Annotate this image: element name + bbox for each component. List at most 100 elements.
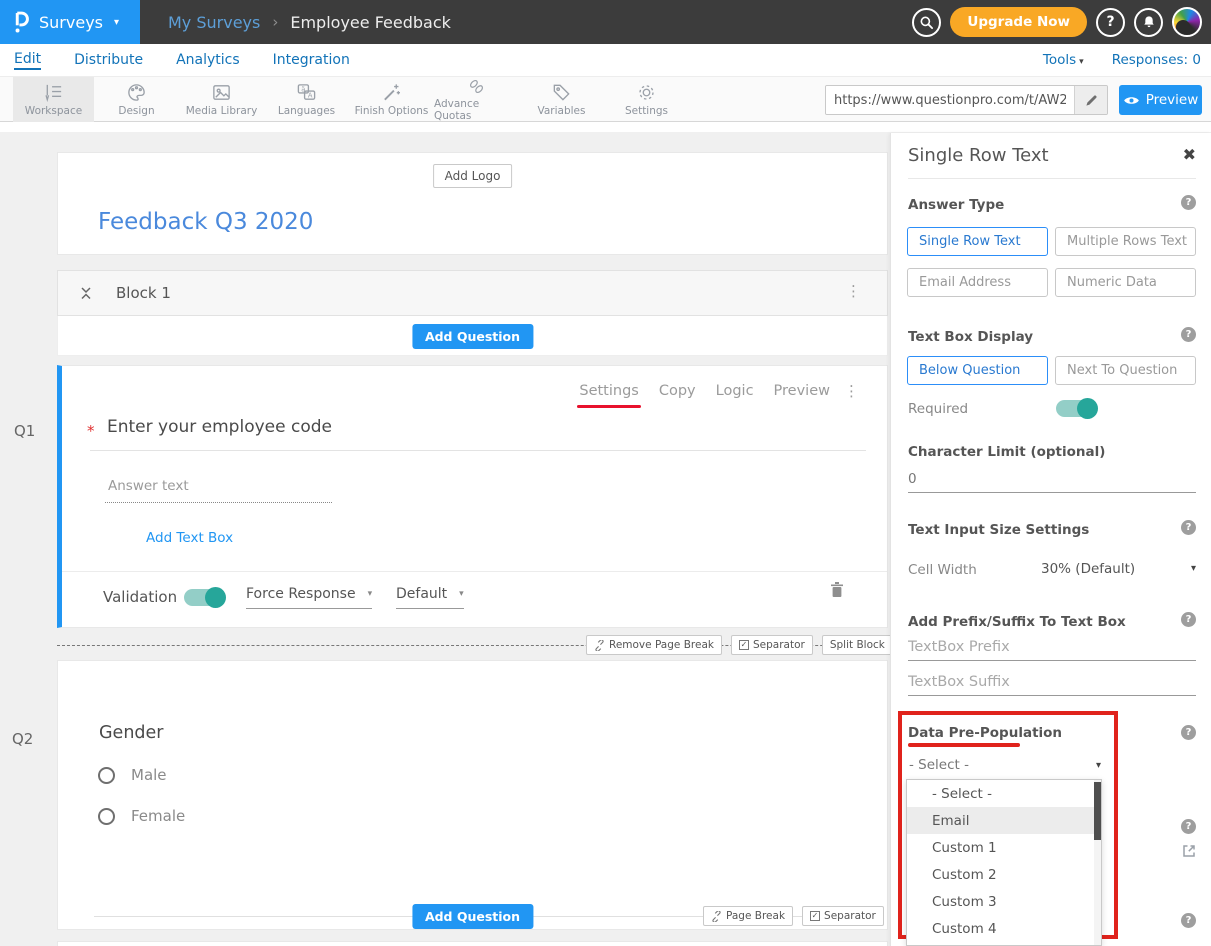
add-question-button-top[interactable]: Add Question (412, 324, 533, 349)
help-button[interactable]: ? (1096, 8, 1125, 37)
answer-text-placeholder[interactable]: Answer text (108, 478, 189, 494)
search-button[interactable] (912, 8, 941, 37)
survey-url-box (825, 85, 1108, 115)
survey-url-field[interactable] (826, 86, 1074, 114)
radio-option-male[interactable]: Male (98, 766, 167, 784)
collapse-block-icon[interactable] (80, 284, 92, 302)
split-block-button[interactable]: Split Block (822, 635, 893, 655)
tab-distribute[interactable]: Distribute (74, 52, 143, 68)
tab-edit[interactable]: Edit (14, 51, 41, 70)
survey-canvas: Add Logo Feedback Q3 2020 Block 1 ⋮ Add … (0, 122, 890, 946)
text-box-display-help-icon[interactable]: ? (1181, 327, 1196, 342)
prefix-suffix-heading: Add Prefix/Suffix To Text Box (908, 614, 1126, 630)
question-number-q2: Q2 (12, 730, 33, 748)
add-text-box-link[interactable]: Add Text Box (146, 530, 233, 546)
responses-count[interactable]: Responses: 0 (1112, 52, 1201, 68)
preview-button[interactable]: Preview (1119, 85, 1202, 115)
radio-button-icon (98, 808, 115, 825)
block-title[interactable]: Block 1 (116, 284, 171, 302)
delete-question-button[interactable] (830, 581, 844, 602)
editor-toolbar: Workspace Design Media Library äA Langua… (0, 76, 1211, 122)
dropdown-option-custom3[interactable]: Custom 3 (907, 888, 1101, 915)
remove-page-break-button[interactable]: Remove Page Break (586, 635, 722, 655)
toolbar-item-media-library[interactable]: Media Library (179, 77, 264, 122)
separator-button[interactable]: ✓ Separator (731, 635, 813, 655)
radio-option-label: Male (131, 766, 167, 784)
dropdown-option-custom1[interactable]: Custom 1 (907, 834, 1101, 861)
radio-button-icon (98, 767, 115, 784)
display-next-to-question[interactable]: Next To Question (1055, 356, 1196, 385)
toolbar-item-finish-options[interactable]: Finish Options (349, 77, 434, 122)
breadcrumb-current-survey: Employee Feedback (290, 13, 451, 32)
toolbar-item-settings[interactable]: Settings (604, 77, 689, 122)
force-response-dropdown[interactable]: Force Response ▾ (246, 586, 372, 609)
textbox-suffix-input[interactable] (908, 674, 1196, 696)
page-break-button[interactable]: Page Break (703, 906, 793, 926)
edit-url-button[interactable] (1074, 86, 1107, 114)
broken-link-icon (711, 911, 722, 922)
tab-integration[interactable]: Integration (273, 52, 350, 68)
user-avatar[interactable] (1172, 7, 1202, 37)
question-card-q1[interactable]: Settings Copy Logic Preview ⋮ * Enter yo… (57, 365, 888, 628)
answer-type-single-row[interactable]: Single Row Text (907, 227, 1048, 256)
separator-button[interactable]: ✓ Separator (802, 906, 884, 926)
dropdown-option-custom4[interactable]: Custom 4 (907, 915, 1101, 942)
question-options-menu-icon[interactable]: ⋮ (844, 384, 859, 399)
dropdown-option-select[interactable]: - Select - (907, 780, 1101, 807)
validation-toggle[interactable] (184, 589, 224, 606)
tag-icon (551, 82, 572, 103)
display-below-question[interactable]: Below Question (907, 356, 1048, 385)
upgrade-now-button[interactable]: Upgrade Now (950, 7, 1087, 37)
question-text-q1[interactable]: Enter your employee code (107, 417, 332, 437)
question-tab-preview[interactable]: Preview (774, 383, 830, 399)
add-logo-button[interactable]: Add Logo (433, 164, 513, 188)
toolbar-item-languages[interactable]: äA Languages (264, 77, 349, 122)
product-switcher[interactable]: Surveys ▾ (0, 0, 140, 44)
toolbar-item-design[interactable]: Design (94, 77, 179, 122)
default-validation-dropdown[interactable]: Default ▾ (396, 586, 464, 609)
close-icon[interactable]: ✖ (1183, 145, 1196, 164)
toolbar-item-variables[interactable]: Variables (519, 77, 604, 122)
toolbar-item-workspace[interactable]: Workspace (13, 77, 94, 122)
toolbar-item-advance-quotas[interactable]: Advance Quotas (434, 77, 519, 122)
question-tab-logic[interactable]: Logic (716, 383, 754, 399)
external-link-icon[interactable] (1181, 843, 1197, 859)
chevron-down-icon: ▾ (1079, 57, 1084, 67)
radio-option-label: Female (131, 807, 185, 825)
prefix-suffix-help-icon[interactable]: ? (1181, 612, 1196, 627)
survey-title[interactable]: Feedback Q3 2020 (98, 209, 313, 235)
character-limit-heading: Character Limit (optional) (908, 444, 1105, 460)
hidden-section-help-icon[interactable]: ? (1181, 913, 1196, 928)
dropdown-option-custom2[interactable]: Custom 2 (907, 861, 1101, 888)
answer-type-email[interactable]: Email Address (907, 268, 1048, 297)
block-options-menu-icon[interactable]: ⋮ (846, 284, 861, 299)
hidden-section-help-icon[interactable]: ? (1181, 819, 1196, 834)
data-pre-population-help-icon[interactable]: ? (1181, 725, 1196, 740)
tab-analytics[interactable]: Analytics (176, 52, 240, 68)
answer-type-multiple-rows[interactable]: Multiple Rows Text (1055, 227, 1196, 256)
dropdown-option-email[interactable]: Email (907, 807, 1101, 834)
validation-label: Validation (103, 588, 177, 606)
question-tab-settings[interactable]: Settings (579, 383, 638, 399)
add-question-button-bottom[interactable]: Add Question (412, 904, 533, 929)
textbox-prefix-input[interactable] (908, 639, 1196, 661)
text-input-size-help-icon[interactable]: ? (1181, 520, 1196, 535)
answer-type-help-icon[interactable]: ? (1181, 195, 1196, 210)
cell-width-dropdown-icon[interactable]: ▾ (1191, 563, 1196, 574)
dropdown-scrollbar[interactable] (1094, 780, 1101, 945)
scrollbar-thumb[interactable] (1094, 782, 1101, 840)
nav-right-actions: Tools▾ Responses: 0 (1043, 44, 1201, 76)
answer-type-numeric[interactable]: Numeric Data (1055, 268, 1196, 297)
radio-option-female[interactable]: Female (98, 807, 185, 825)
question-text-q2[interactable]: Gender (99, 723, 164, 743)
data-pre-population-select[interactable]: - Select - (909, 757, 969, 773)
add-question-row: Add Question (57, 316, 888, 356)
question-tab-copy[interactable]: Copy (659, 383, 696, 399)
character-limit-input[interactable] (908, 471, 1196, 493)
notifications-button[interactable] (1134, 8, 1163, 37)
tools-menu[interactable]: Tools▾ (1043, 52, 1084, 68)
select-dropdown-icon[interactable]: ▾ (1096, 760, 1101, 771)
breadcrumb-my-surveys[interactable]: My Surveys (168, 13, 260, 32)
question-card-q2[interactable]: Gender Male Female Add Question Page Bre… (57, 660, 888, 930)
required-toggle[interactable] (1056, 400, 1096, 417)
